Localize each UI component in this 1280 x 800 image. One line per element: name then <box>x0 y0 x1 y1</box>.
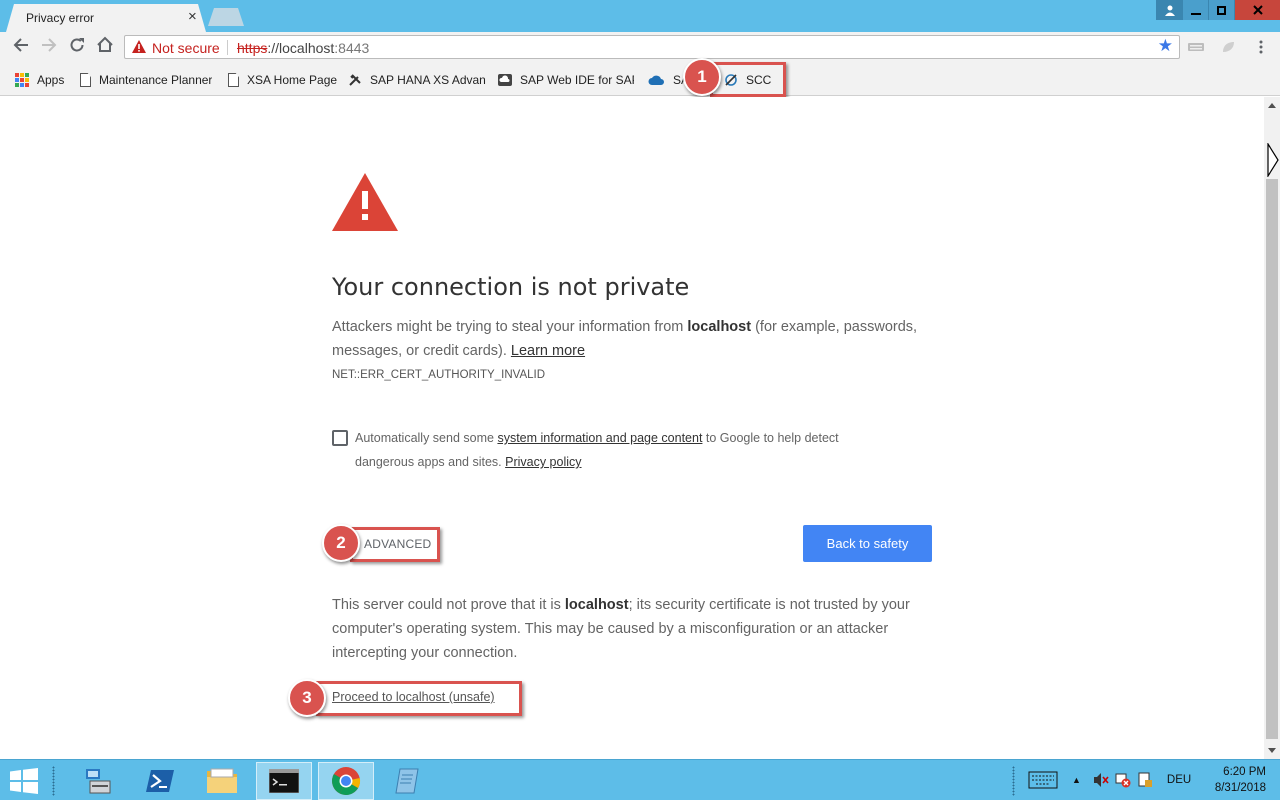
file-explorer-icon[interactable] <box>194 762 250 800</box>
page-icon <box>228 73 239 87</box>
bookmark-sap-hana-xs[interactable]: SAP HANA XS Advanc <box>348 71 486 89</box>
bookmark-maintenance-planner[interactable]: Maintenance Planner <box>80 71 212 89</box>
annotation-badge-2: 2 <box>322 524 360 562</box>
window-controls <box>1156 0 1280 20</box>
back-to-safety-button[interactable]: Back to safety <box>803 525 932 562</box>
privacy-policy-link[interactable]: Privacy policy <box>505 455 581 469</box>
scrollbar-thumb[interactable] <box>1266 179 1278 739</box>
back-arrow-icon[interactable] <box>10 36 32 58</box>
clock-time: 6:20 PM <box>1223 766 1266 778</box>
home-icon[interactable] <box>94 36 116 58</box>
notepad-icon[interactable] <box>380 762 436 800</box>
restore-button[interactable] <box>1208 0 1234 20</box>
command-prompt-icon[interactable] <box>256 762 312 800</box>
extended-reporting-checkbox[interactable] <box>332 430 348 446</box>
omnibox-separator <box>227 40 228 55</box>
action-center-icon[interactable] <box>1137 772 1153 788</box>
not-secure-label[interactable]: Not secure <box>152 40 220 56</box>
forward-arrow-icon[interactable] <box>38 36 60 58</box>
extension-leaf-icon[interactable] <box>1220 40 1236 54</box>
browser-title-bar: Privacy error × <box>0 0 1280 32</box>
bookmark-sap-web-ide[interactable]: SAP Web IDE for SAP <box>498 71 634 89</box>
intro-text: Attackers might be trying to steal your … <box>332 319 918 359</box>
chrome-icon[interactable] <box>318 762 374 800</box>
minimize-button[interactable] <box>1182 0 1208 20</box>
user-profile-icon[interactable] <box>1156 0 1182 20</box>
taskbar-grip <box>52 766 55 796</box>
not-secure-warning-icon[interactable] <box>132 40 146 53</box>
tab-title: Privacy error <box>26 11 95 25</box>
powershell-icon[interactable] <box>132 762 188 800</box>
input-language-indicator[interactable]: DEU <box>1167 774 1191 786</box>
bookmarks-bar: Apps Maintenance Planner XSA Home Page S… <box>0 62 1280 96</box>
page-title: Your connection is not private <box>332 273 690 301</box>
volume-muted-icon[interactable] <box>1093 772 1109 788</box>
network-error-icon[interactable] <box>1115 772 1131 788</box>
scroll-up-arrow-icon[interactable] <box>1268 103 1276 108</box>
chrome-menu-icon[interactable] <box>1254 40 1268 54</box>
error-code: NET::ERR_CERT_AUTHORITY_INVALID <box>332 369 546 381</box>
new-tab-button[interactable] <box>208 8 244 26</box>
bookmark-xsa-home-page[interactable]: XSA Home Page <box>228 71 337 89</box>
server-manager-icon[interactable] <box>70 762 126 800</box>
touch-keyboard-icon[interactable] <box>1028 771 1058 789</box>
annotation-highlight-proceed <box>316 681 522 716</box>
browser-toolbar: Not secure https://localhost:8443 ★ <box>0 32 1280 62</box>
url-text[interactable]: https://localhost:8443 <box>237 40 369 56</box>
bookmark-apps[interactable]: Apps <box>15 71 64 89</box>
annotation-highlight-scc <box>710 62 786 97</box>
show-hidden-icons-icon[interactable]: ▲ <box>1072 775 1081 785</box>
tray-grip <box>1012 766 1015 796</box>
warning-triangle-icon <box>332 173 398 231</box>
clock-date: 8/31/2018 <box>1214 782 1266 794</box>
bookmark-star-icon[interactable]: ★ <box>1158 36 1173 56</box>
tools-icon <box>349 74 361 86</box>
taskbar-clock[interactable]: 6:20 PM 8/31/2018 <box>1215 764 1266 796</box>
address-bar[interactable]: Not secure https://localhost:8443 ★ <box>124 35 1180 59</box>
learn-more-link[interactable]: Learn more <box>511 343 585 359</box>
mouse-cursor-icon <box>1267 143 1279 177</box>
interstitial-page: Your connection is not private Attackers… <box>0 97 1264 759</box>
annotation-badge-3: 3 <box>288 679 326 717</box>
page-scrollbar[interactable] <box>1264 97 1280 759</box>
annotation-highlight-advanced <box>350 527 440 562</box>
cloud-ide-icon <box>498 74 512 86</box>
system-info-link[interactable]: system information and page content <box>497 431 702 445</box>
apps-grid-icon <box>15 73 29 87</box>
system-tray: ▲ DEU <box>1028 760 1191 800</box>
tab-privacy-error[interactable]: Privacy error × <box>6 4 206 32</box>
cloud-icon <box>648 75 664 85</box>
scroll-down-arrow-icon[interactable] <box>1268 748 1276 753</box>
page-icon <box>80 73 91 87</box>
windows-start-icon[interactable] <box>10 768 38 794</box>
tab-close-icon[interactable]: × <box>188 9 197 25</box>
annotation-badge-1: 1 <box>683 58 721 96</box>
extension-keyboard-icon[interactable] <box>1188 40 1204 54</box>
windows-taskbar: ▲ DEU 6:20 PM 8/31/2018 <box>0 759 1280 800</box>
extended-reporting-text: Automatically send some system informati… <box>355 431 839 469</box>
close-window-button[interactable] <box>1234 0 1280 20</box>
reload-icon[interactable] <box>66 36 88 58</box>
details-text: This server could not prove that it is l… <box>332 597 910 661</box>
